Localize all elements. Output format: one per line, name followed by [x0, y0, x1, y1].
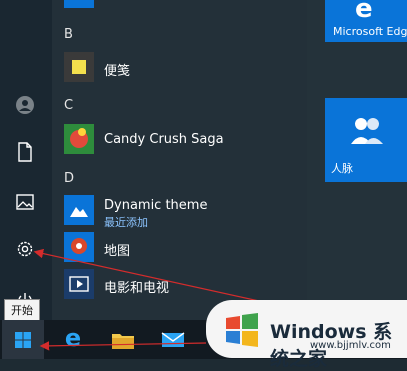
start-button[interactable] [2, 320, 44, 359]
list-item-candy-crush[interactable]: Candy Crush Saga [60, 124, 305, 158]
user-icon [16, 96, 34, 114]
maps-icon [64, 232, 94, 262]
list-item-maps[interactable]: 地图 [60, 232, 305, 266]
documents-button[interactable] [8, 135, 42, 169]
group-header-b[interactable]: B [64, 27, 73, 42]
gear-icon [17, 241, 33, 257]
group-header-c[interactable]: C [64, 98, 73, 113]
picture-icon [16, 194, 34, 210]
document-icon [18, 142, 32, 162]
watermark: Windows 系统之家 www.bjjmlv.com [206, 300, 407, 370]
candy-crush-icon [64, 124, 94, 154]
app-label: Candy Crush Saga [104, 132, 224, 147]
tile-area: e Microsoft Edge 人脉 [307, 0, 407, 320]
tile-label: 人脉 [331, 162, 353, 175]
edge-icon: e [355, 0, 373, 24]
pictures-button[interactable] [8, 185, 42, 219]
taskbar-file-explorer[interactable] [102, 320, 144, 359]
tile-people[interactable]: 人脉 [325, 98, 407, 182]
windows-logo-icon [15, 331, 31, 348]
start-rail [0, 0, 52, 320]
settings-button[interactable] [8, 232, 42, 266]
tile-microsoft-edge[interactable]: e Microsoft Edge [325, 0, 407, 42]
tile-label: Microsoft Edge [333, 25, 407, 38]
movies-tv-icon [64, 269, 94, 299]
app-label: 便笺 [104, 64, 131, 79]
edge-icon: e [64, 323, 82, 352]
taskbar-mail[interactable] [152, 320, 194, 359]
taskbar-edge[interactable]: e [52, 320, 94, 359]
start-tooltip: 开始 [4, 299, 40, 321]
dynamic-theme-icon [64, 195, 94, 225]
list-item-dynamic-theme[interactable]: Dynamic theme 最近添加 [60, 195, 305, 229]
watermark-site: www.bjjmlv.com [310, 340, 391, 351]
people-icon [351, 118, 383, 144]
app-label: Dynamic theme [104, 198, 208, 213]
group-header-d[interactable]: D [64, 171, 74, 186]
list-item-sticky-notes[interactable]: 便笺 [60, 52, 305, 86]
windows-flag-logo [226, 313, 258, 347]
sticky-notes-icon [64, 52, 94, 82]
app-label: 电影和电视 [104, 281, 170, 296]
app-icon-partial [64, 0, 94, 8]
user-account-button[interactable] [8, 88, 42, 122]
app-label: 地图 [104, 244, 131, 259]
folder-icon [112, 333, 134, 349]
mail-icon [161, 331, 185, 347]
list-item-movies-tv[interactable]: 电影和电视 [60, 269, 305, 303]
app-subtitle: 最近添加 [104, 216, 148, 229]
